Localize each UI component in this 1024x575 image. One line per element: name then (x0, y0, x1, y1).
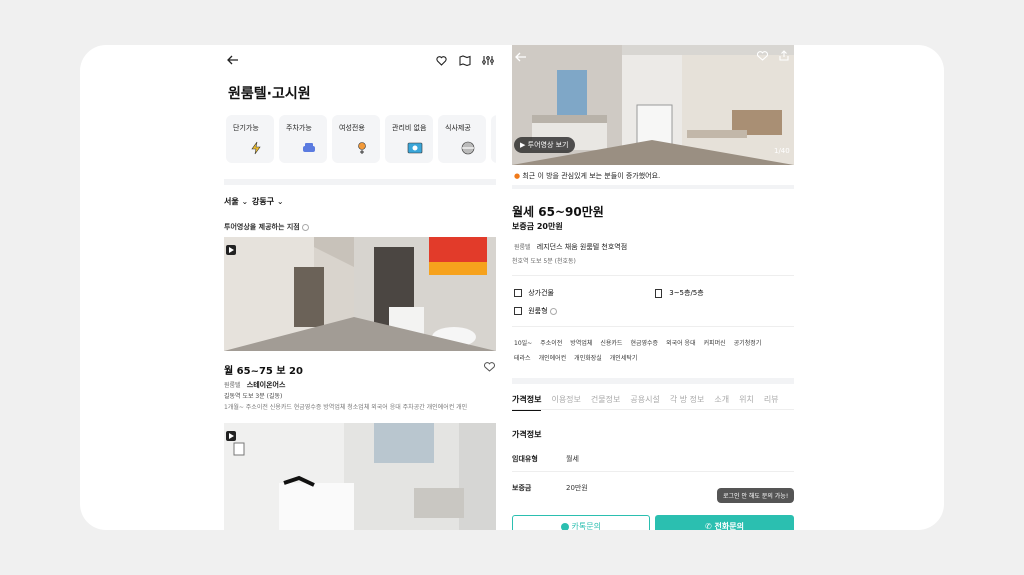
kakao-inquiry-button[interactable]: 카톡문의 (512, 515, 650, 530)
category-parking[interactable]: 주차가능 (279, 115, 327, 163)
section-title: 투어영상을 제공하는 지점 (224, 222, 310, 232)
tab-building[interactable]: 건물정보 (591, 395, 620, 404)
category-short-term[interactable]: 단기가능 (226, 115, 274, 163)
bill-icon (407, 142, 423, 154)
row-divider (512, 471, 794, 472)
tabs-divider (512, 409, 794, 410)
tab-rooms[interactable]: 각 방 정보 (670, 395, 705, 404)
screenshot-stage: 원룸텔·고시원 단기가능 주차가능 여성전용 관리비 없음 식사제공 서울 ⌄ (80, 45, 944, 530)
room-icon (514, 307, 522, 315)
building-type: 상가건물 (514, 288, 554, 298)
heart-icon[interactable] (755, 50, 769, 62)
info-icon[interactable] (549, 307, 557, 315)
listing-photo[interactable] (224, 237, 496, 351)
meal-icon (461, 141, 475, 155)
inquiry-tooltip: 로그인 안 해도 문의 가능! (717, 488, 794, 503)
rent-type-label: 임대유형 (512, 455, 538, 463)
category-meal[interactable]: 식사제공 (438, 115, 486, 163)
lightning-icon (251, 141, 261, 155)
listing-type-badge: 원룸텔 (514, 244, 531, 251)
listing-price: 월 65~75 보 20 (224, 366, 303, 377)
photo-counter: 1/40 (774, 147, 790, 155)
deposit-value: 20만원 (566, 484, 588, 492)
detail-price: 월세 65~90만원 (512, 205, 604, 219)
call-inquiry-button[interactable]: ✆ 전화문의 (655, 515, 794, 530)
detail-tabs: 가격정보 이용정보 건물정보 공용시설 각 방 정보 소개 위치 리뷰 (512, 394, 789, 411)
section-divider (224, 179, 496, 185)
region-selector[interactable]: 서울 ⌄ (224, 196, 248, 207)
district-selector[interactable]: 강동구 ⌄ (252, 196, 284, 207)
info-icon[interactable] (302, 223, 310, 231)
tab-usage[interactable]: 이용정보 (551, 395, 580, 404)
tour-video-button[interactable]: ▶ 투어영상 보기 (514, 137, 575, 153)
floor-icon (655, 288, 662, 298)
filter-icon[interactable] (481, 53, 495, 67)
tab-reviews[interactable]: 리뷰 (764, 395, 779, 404)
category-no-fee[interactable]: 관리비 없음 (385, 115, 433, 163)
listing-name: 스테이온어스 (246, 381, 286, 389)
play-video-icon[interactable] (226, 431, 236, 441)
building-icon (514, 289, 522, 297)
section-divider (512, 378, 794, 384)
room-type: 원룸형 (514, 306, 557, 316)
listing-photo[interactable] (224, 423, 496, 530)
listing-location: 길동역 도보 3분 (길동) (224, 393, 283, 400)
floor-info: 3~5층/5층 (655, 288, 704, 298)
tab-location[interactable]: 위치 (739, 395, 754, 404)
rent-type-value: 월세 (566, 455, 579, 463)
room-photo[interactable]: ▶ 투어영상 보기 1/40 (512, 45, 794, 165)
amenity-tags: 10일~ 주소이전 방역업체 신용카드 현금영수증 외국어 응대 커피머신 공기청정기 (514, 340, 762, 347)
back-arrow-icon[interactable] (226, 53, 240, 67)
listing-list-screen: 원룸텔·고시원 단기가능 주차가능 여성전용 관리비 없음 식사제공 서울 ⌄ (224, 45, 496, 530)
heart-icon[interactable] (483, 361, 495, 373)
listing-tags: 1개월~ 주소이전 신용카드 현금영수증 방역업체 청소업체 외국어 응대 주차… (224, 404, 468, 411)
detail-name-line: 원룸텔 레지던스 채움 원룸텔 천호역점 (514, 242, 627, 252)
back-arrow-icon[interactable] (514, 51, 528, 63)
female-icon (358, 142, 366, 154)
chevron-down-icon: ⌄ (241, 197, 249, 206)
chat-icon (561, 522, 569, 530)
category-more[interactable] (491, 115, 496, 163)
phone-icon: ✆ (705, 522, 712, 530)
info-divider (512, 326, 794, 327)
tab-intro[interactable]: 소개 (714, 395, 729, 404)
info-divider (512, 275, 794, 276)
car-icon (303, 143, 315, 152)
listing-type-line: 원룸텔 스테이온어스 (224, 380, 285, 390)
listing-name: 레지던스 채움 원룸텔 천호역점 (536, 243, 628, 251)
play-icon: ▶ (520, 141, 526, 149)
share-icon[interactable] (778, 49, 790, 61)
map-icon[interactable] (458, 53, 472, 67)
detail-deposit: 보증금 20만원 (512, 222, 563, 231)
section-divider (512, 185, 794, 189)
tab-facilities[interactable]: 공용시설 (630, 395, 659, 404)
map-pin-heart-icon[interactable] (434, 53, 448, 67)
chevron-down-icon: ⌄ (276, 197, 284, 206)
detail-location: 천호역 도보 5분 (천호동) (512, 258, 576, 265)
listing-type-badge: 원룸텔 (224, 382, 241, 389)
page-title: 원룸텔·고시원 (228, 86, 311, 102)
play-video-icon[interactable] (226, 245, 236, 255)
interest-notice: ● 최근 이 방을 관심있게 보는 분들이 증가했어요. (514, 172, 661, 180)
fire-icon: ● (514, 172, 521, 180)
amenity-tags: 테라스 개인에어컨 개인화장실 개인세탁기 (514, 355, 638, 362)
listing-detail-screen: ▶ 투어영상 보기 1/40 ● 최근 이 방을 관심있게 보는 분들이 증가했… (512, 45, 794, 530)
category-women-only[interactable]: 여성전용 (332, 115, 380, 163)
deposit-label: 보증금 (512, 484, 532, 492)
price-section-title: 가격정보 (512, 430, 542, 439)
